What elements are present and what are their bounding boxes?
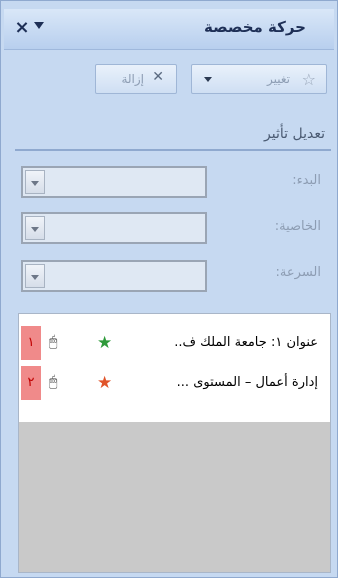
green-star-effect-icon: ★ (97, 333, 113, 353)
chevron-down-icon[interactable] (25, 216, 45, 240)
animation-item-label: عنوان ١: جامعة الملك ف.. (174, 335, 318, 350)
pane-title: حركة مخصصة (204, 18, 306, 36)
property-combo[interactable] (21, 212, 207, 244)
change-effect-button[interactable]: ☆ تغيير (191, 64, 327, 94)
chevron-down-icon[interactable] (25, 264, 45, 288)
chevron-down-icon[interactable] (25, 170, 45, 194)
change-effect-label: تغيير (267, 72, 290, 86)
section-divider (15, 149, 331, 151)
speed-combo[interactable] (21, 260, 207, 292)
animation-item-label: إدارة أعمال – المستوى ... (176, 375, 318, 390)
animation-order-badge: ٢ (21, 366, 41, 400)
animation-list[interactable]: ١ 🖱 ★ عنوان ١: جامعة الملك ف.. ٢ 🖱 ★ إدا… (18, 313, 331, 573)
pane-options-dropdown-icon[interactable] (34, 22, 44, 29)
pane-titlebar: × حركة مخصصة (4, 9, 334, 50)
animation-item[interactable]: ١ 🖱 ★ عنوان ١: جامعة الملك ف.. (19, 326, 330, 360)
close-icon[interactable]: × (12, 17, 32, 39)
remove-effect-button[interactable]: ✕ إزالة (95, 64, 177, 94)
animation-list-items: ١ 🖱 ★ عنوان ١: جامعة الملك ف.. ٢ 🖱 ★ إدا… (19, 314, 330, 422)
remove-icon: ✕ (152, 69, 164, 85)
custom-animation-pane: × حركة مخصصة ☆ تغيير ✕ إزالة تعديل تأثير… (0, 0, 338, 578)
start-combo[interactable] (21, 166, 207, 198)
animation-item[interactable]: ٢ 🖱 ★ إدارة أعمال – المستوى ... (19, 366, 330, 400)
speed-label: السرعة: (275, 265, 321, 280)
animation-order-badge: ١ (21, 326, 41, 360)
chevron-down-icon (204, 77, 212, 82)
modify-effect-heading: تعديل تأثير (264, 126, 325, 142)
start-label: البدء: (292, 173, 321, 188)
red-star-effect-icon: ★ (97, 373, 113, 393)
mouse-click-icon: 🖱 (49, 374, 58, 390)
property-label: الخاصية: (274, 219, 321, 234)
star-icon: ☆ (301, 70, 316, 89)
mouse-click-icon: 🖱 (49, 334, 58, 350)
remove-effect-label: إزالة (121, 72, 144, 86)
